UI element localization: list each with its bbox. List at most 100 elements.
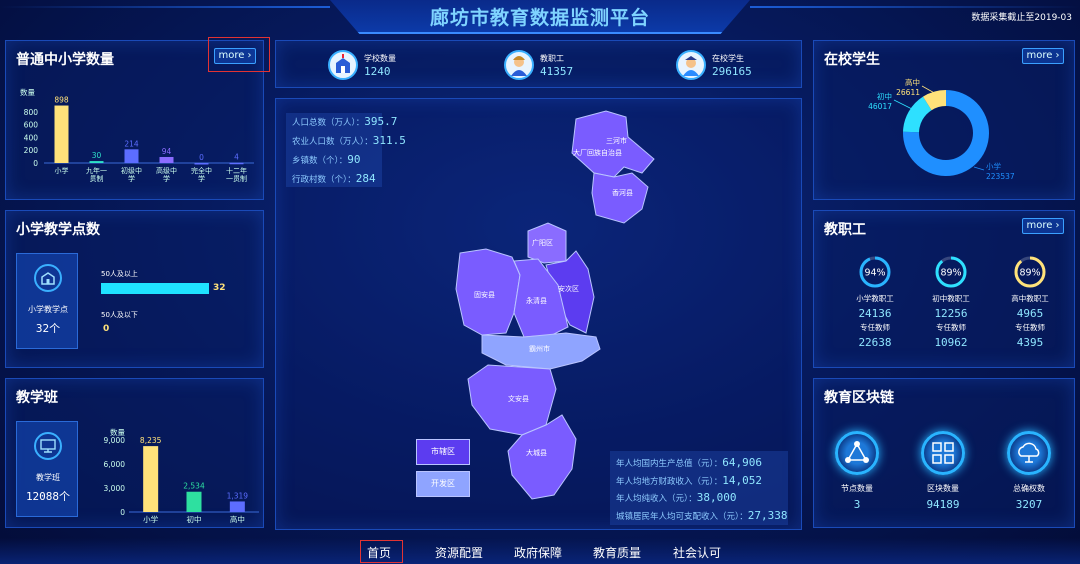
summary-student-label: 在校学生 — [712, 54, 744, 63]
legend-urban-district[interactable]: 市辖区 — [416, 439, 470, 465]
x-tick-label: 学 — [163, 174, 170, 183]
map-label-dacheng: 大城县 — [526, 448, 547, 457]
nav-government[interactable]: 政府保障 — [514, 544, 562, 561]
summary-teacher-value: 41357 — [540, 65, 574, 78]
bar-value-label: 8,235 — [140, 436, 162, 445]
map-label-gu-an: 固安县 — [474, 290, 495, 299]
schools-bar-chart: 0 200 400 600 800 898 小学 30 九年一贯制 214 初级中学 94 高级中学 0 完… — [24, 96, 254, 183]
x-tick-label: 小学 — [55, 166, 69, 175]
x-tick-label: 贯制 — [90, 174, 104, 183]
classes-tile: 教学班 12088个 — [16, 421, 78, 517]
staff-ring: 89% — [935, 256, 967, 288]
slice-label: 初中 — [877, 91, 892, 101]
points-tile: 小学教学点 32个 — [16, 253, 78, 349]
panel-classes-title: 教学班 — [16, 390, 58, 406]
staff-ring: 94% — [859, 256, 891, 288]
cloud-icon — [1007, 431, 1051, 475]
staff-sub-label: 专任教师 — [936, 323, 966, 332]
summary-teacher-label: 教职工 — [540, 54, 564, 63]
map-label-guangyang: 广阳区 — [532, 238, 553, 247]
map-label-wenan: 文安县 — [508, 394, 529, 403]
points-bar2-label: 50人及以下 — [101, 311, 138, 319]
header-line-left — [0, 6, 330, 8]
x-tick-label: 学 — [198, 174, 205, 183]
points-bar1-label: 50人及以上 — [101, 270, 138, 278]
bar-value-label: 214 — [124, 139, 139, 148]
students-more-button[interactable]: more › — [1022, 48, 1064, 64]
y-tick-label: 3,000 — [104, 484, 126, 493]
slice-label: 高中 — [905, 77, 920, 87]
y-tick-label: 200 — [24, 146, 39, 155]
map-label-yongqing: 永清县 — [526, 296, 547, 305]
staff-item: 89% 初中教职工 12256 专任教师 10962 — [918, 255, 984, 349]
staff-sub-label: 专任教师 — [860, 323, 890, 332]
nav-recognition[interactable]: 社会认可 — [673, 544, 721, 561]
map-label-bazhou: 霸州市 — [529, 344, 550, 353]
y-tick-label: 0 — [120, 508, 125, 517]
bar-value-label: 898 — [54, 96, 69, 105]
x-tick-label: 一贯制 — [226, 174, 247, 183]
data-timestamp: 数据采集截止至2019-03 — [971, 13, 1072, 23]
school-building-icon — [34, 264, 62, 292]
map-region-xianghe[interactable] — [591, 172, 649, 224]
chain-value-rights: 3207 — [1015, 498, 1043, 511]
nav-resource[interactable]: 资源配置 — [435, 544, 483, 561]
student-icon — [676, 50, 706, 80]
node-icon — [835, 431, 879, 475]
panel-schools: 普通中小学数量 more › 数量 0 200 400 600 800 898 小学 30 九年… — [5, 37, 270, 200]
y-tick-label: 800 — [24, 108, 39, 117]
panel-classes: 教学班 教学班 12088个 数量 0 3,000 6,000 9,000 8,235 小… — [5, 378, 264, 528]
panel-students-title: 在校学生 — [824, 52, 880, 68]
panel-students: 在校学生 more › 小学 223537 初中 46017 高中 26611 — [813, 40, 1075, 200]
legend-dev-zone[interactable]: 开发区 — [416, 471, 470, 497]
chain-label-rights: 总确权数 — [1013, 484, 1045, 493]
staff-count: 12256 — [934, 307, 968, 320]
econ-info: 年人均国内生产总值（元）：64,906 年人均地方财政收入（元）：14,052 … — [616, 455, 788, 525]
classroom-icon — [34, 432, 62, 460]
slice-value: 223537 — [986, 172, 1015, 181]
nav-home-highlight — [360, 540, 403, 563]
chain-label-blocks: 区块数量 — [927, 484, 959, 493]
page-title: 廊坊市教育数据监测平台 — [429, 7, 650, 29]
staff-item: 89% 高中教职工 4965 专任教师 4395 — [997, 255, 1063, 349]
map-label-dachang: 大厂回族自治县 — [573, 148, 622, 157]
chain-item-rights: 总确权数 3207 — [1000, 431, 1058, 511]
econ-row: 年人均国内生产总值（元）：64,906 — [616, 456, 763, 469]
summary-school-label: 学校数量 — [364, 54, 396, 63]
econ-row: 年人均纯收入（元）：38,000 — [616, 491, 737, 504]
slice-value: 46017 — [868, 102, 892, 111]
panel-chain-title: 教育区块链 — [824, 390, 894, 406]
x-tick-label: 初级中 — [121, 166, 142, 175]
staff-sub-count: 4395 — [1016, 336, 1044, 349]
staff-more-button[interactable]: more › — [1022, 218, 1064, 234]
staff-label: 小学教职工 — [856, 294, 894, 303]
slice-leader-line — [973, 166, 985, 171]
y-tick-label: 6,000 — [104, 460, 126, 469]
summary-strip: 学校数量 1240 教职工 41357 在校学生 296165 — [275, 40, 802, 88]
chain-label-nodes: 节点数量 — [841, 484, 873, 493]
y-tick-label: 400 — [24, 133, 39, 142]
bar — [159, 156, 174, 163]
students-donut-chart: 小学223537 初中46017 高中26611 — [868, 77, 1015, 181]
y-tick-label: 9,000 — [104, 436, 126, 445]
x-tick-label: 九年一 — [86, 166, 107, 175]
staff-label: 初中教职工 — [932, 294, 970, 303]
slice-label: 小学 — [986, 161, 1001, 171]
bar-value-label: 30 — [92, 151, 102, 160]
summary-school-value: 1240 — [364, 65, 391, 78]
bar — [194, 163, 209, 165]
header-line-right — [750, 6, 1080, 8]
points-bar1-value: 32 — [213, 283, 226, 293]
nav-quality[interactable]: 教育质量 — [593, 544, 641, 561]
block-icon — [921, 431, 965, 475]
panel-chain: 教育区块链 节点数量 3 区块数量 94189 总确权数 3207 — [813, 378, 1075, 528]
x-tick-label: 高级中 — [156, 166, 177, 175]
bar — [124, 149, 139, 163]
panel-staff-title: 教职工 — [824, 222, 866, 238]
bar-value-label: 1,319 — [227, 491, 249, 500]
x-tick-label: 完全中 — [191, 166, 212, 175]
classes-tile-label: 教学班 — [36, 473, 60, 482]
panel-points-title: 小学教学点数 — [16, 222, 100, 238]
school-icon — [328, 50, 358, 80]
map-panel: 人口总数（万人）：395.7 农业人口数（万人）：311.5 乡镇数（个）：90… — [275, 98, 802, 530]
